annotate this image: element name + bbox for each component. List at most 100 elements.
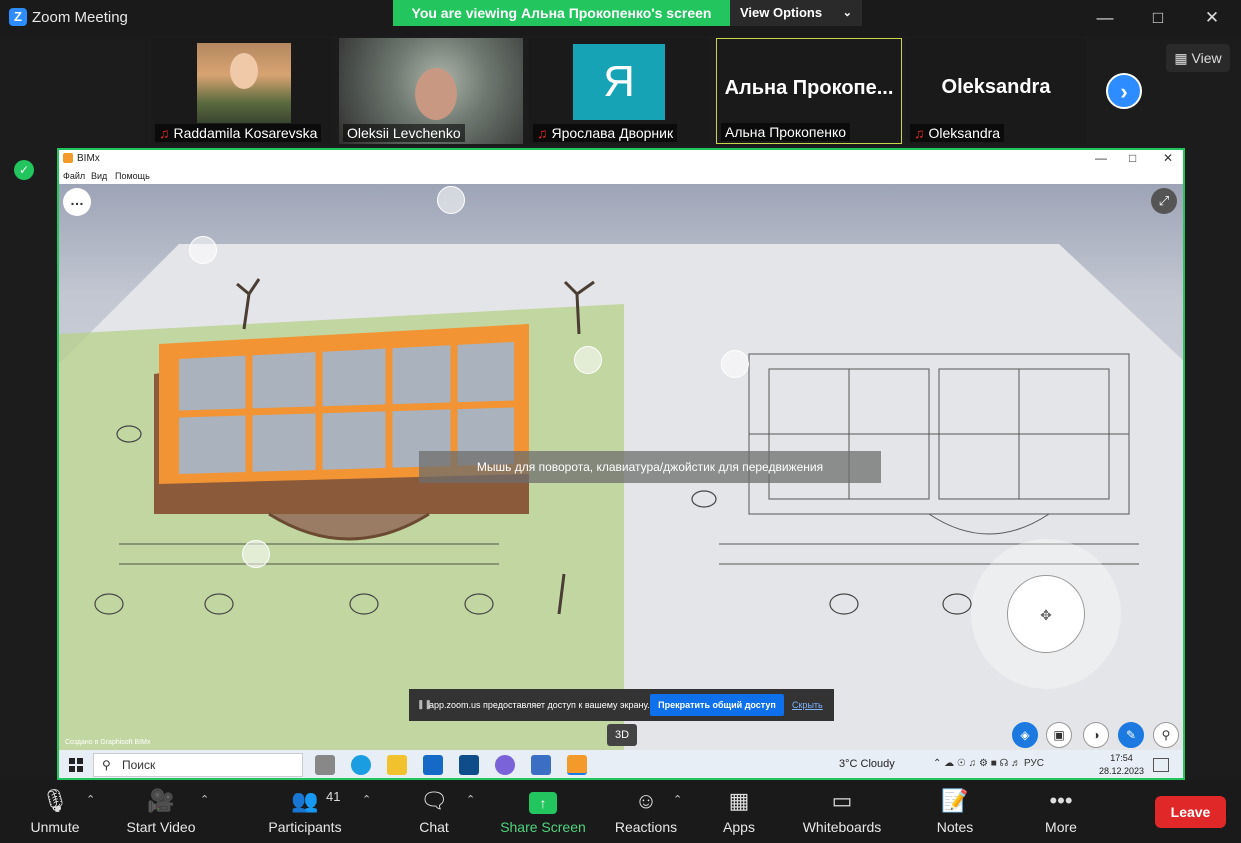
bimx-maximize-button[interactable]: □ [1129,151,1136,165]
participant-tile[interactable]: Oleksii Levchenko [339,38,523,144]
joystick-handle-icon[interactable]: ✥ [1007,575,1085,653]
chat-label: Chat [419,819,449,835]
participant-tile-active-speaker[interactable]: Альна Прокопе... Альна Прокопенко [716,38,902,144]
minimize-button[interactable]: — [1085,4,1125,32]
participant-name: ♫ Oleksandra [910,124,1005,142]
view-button-label: View [1191,50,1222,66]
more-options-button[interactable]: … [63,188,91,216]
notes-label: Notes [936,819,974,835]
task-view-icon[interactable] [315,755,335,775]
view-button[interactable]: ▦ View [1166,44,1230,72]
participant-name: ♫ Ярослава Дворник [533,124,678,142]
participant-name: ♫ Raddamila Kosarevska [155,124,322,142]
taskbar-search-input[interactable]: ⚲ Поиск [93,753,303,777]
maximize-button[interactable]: □ [1138,4,1178,32]
participants-label: Participants [268,819,342,835]
chevron-down-icon: ⌄ [842,7,852,19]
file-explorer-icon[interactable] [387,755,407,775]
participants-button[interactable]: 👥 41 Participants [250,787,360,843]
participant-name: Oleksii Levchenko [343,124,465,142]
expand-icon[interactable]: ⤢ [1151,188,1177,214]
video-options-caret[interactable]: ⌃ [200,793,209,806]
menu-help[interactable]: Помощь [115,171,150,181]
mic-muted-icon: ♫ [537,125,548,141]
notes-button[interactable]: 📝 Notes [900,787,1010,843]
share-screen-label: Share Screen [500,819,586,835]
leave-button[interactable]: Leave [1155,796,1226,828]
participants-options-caret[interactable]: ⌃ [362,793,371,806]
3d-viewport[interactable]: … ⤢ Мышь для поворота, клавиатура/джойст… [59,184,1183,750]
clock-time: 17:54 [1110,753,1133,763]
search-icon: ⚲ [102,758,111,772]
participant-display-name: Oleksandra [941,76,1051,98]
navigation-hint: Мышь для поворота, клавиатура/джойстик д… [419,451,881,483]
grid-icon: ▦ [1174,50,1188,66]
walk-mode-icon[interactable]: ✎ [1118,722,1144,748]
screen-share-notice: ❚❚ app.zoom.us предоставляет доступ к ва… [409,689,834,721]
more-button[interactable]: ••• More [1006,787,1116,843]
menu-file[interactable]: Файл [63,171,85,181]
participant-tile[interactable]: Oleksandra ♫ Oleksandra [906,38,1086,144]
camera-marker-button[interactable] [242,540,270,568]
gamepad-icon[interactable]: ◑ [1083,722,1109,748]
store-icon[interactable] [459,755,479,775]
menu-view[interactable]: Вид [91,171,107,181]
mail-icon[interactable] [423,755,443,775]
chat-options-caret[interactable]: ⌃ [466,793,475,806]
bimx-taskbar-icon[interactable] [567,755,587,775]
participants-icon: 👥 [291,788,319,813]
3d-mode-button[interactable]: 3D [607,724,637,746]
search-placeholder: Поиск [122,758,156,772]
app-icon[interactable] [495,755,515,775]
participant-tile[interactable]: ♫ Raddamila Kosarevska [151,38,331,144]
language-indicator[interactable]: РУС [1024,758,1044,769]
layers-icon[interactable]: ◈ [1012,722,1038,748]
view-options-button[interactable]: View Options ⌄ [730,0,862,26]
picture-in-picture-icon[interactable]: ▣ [1046,722,1072,748]
whiteboards-button[interactable]: ▭ Whiteboards [787,787,897,843]
participants-count: 41 [326,789,341,804]
system-tray[interactable]: ⌃ ☁ ☉ ♫ ⚙ ■ ☊ ♬ РУС [933,758,1044,769]
close-button[interactable]: ✕ [1192,4,1232,32]
viewing-banner: You are viewing Альна Прокопенко's scree… [393,0,730,26]
shield-icon[interactable]: ✓ [14,160,34,180]
bimx-window-title: BIMx [77,153,100,164]
weather-widget[interactable]: 3°C Cloudy [839,758,895,770]
reactions-options-caret[interactable]: ⌃ [673,793,682,806]
archicad-icon[interactable] [531,755,551,775]
whiteboard-icon: ▭ [831,788,853,813]
shared-screen: BIMx — □ ✕ Файл Вид Помощь … ⤢ Мышь для … [57,148,1185,780]
camera-marker-button[interactable] [721,350,749,378]
share-screen-icon: ↑ [488,787,598,815]
view-options-label: View Options [740,5,823,20]
credit-text: Создано в Graphisoft BIMx [65,739,151,746]
zoom-logo-icon: Z [9,8,27,26]
apps-icon: ▦ [728,788,750,813]
next-page-button[interactable]: › [1106,73,1142,109]
camera-marker-button[interactable] [189,236,217,264]
bimx-minimize-button[interactable]: — [1095,151,1107,165]
hide-link[interactable]: Скрыть [792,700,823,710]
more-dots-icon: ••• [1049,788,1073,813]
share-notice-text: app.zoom.us предоставляет доступ к вашем… [429,700,650,710]
participant-display-name: Альна Прокопе... [724,77,894,99]
unmute-label: Unmute [30,819,80,835]
participant-tile[interactable]: Я ♫ Ярослава Дворник [529,38,709,144]
camera-marker-button[interactable] [574,346,602,374]
bimx-titlebar: BIMx — □ ✕ [59,150,1183,168]
audio-options-caret[interactable]: ⌃ [86,793,95,806]
mic-muted-icon: ♫ [159,125,170,141]
whiteboards-label: Whiteboards [802,819,882,835]
stop-sharing-button[interactable]: Прекратить общий доступ [650,694,784,716]
windows-start-icon[interactable] [69,758,83,772]
search-view-icon[interactable]: ⚲ [1153,722,1179,748]
camera-marker-button[interactable] [437,186,465,214]
share-screen-button[interactable]: ↑ Share Screen [488,787,598,843]
more-label: More [1045,819,1077,835]
bimx-close-button[interactable]: ✕ [1163,151,1173,165]
edge-icon[interactable] [351,755,371,775]
notifications-icon[interactable] [1153,758,1169,772]
windows-taskbar: ⚲ Поиск 3°C Cloudy ⌃ ☁ ☉ ♫ ⚙ ■ ☊ ♬ РУС 1… [59,750,1183,778]
taskbar-clock[interactable]: 17:54 28.12.2023 [1099,752,1144,778]
apps-button[interactable]: ▦ Apps [684,787,794,843]
